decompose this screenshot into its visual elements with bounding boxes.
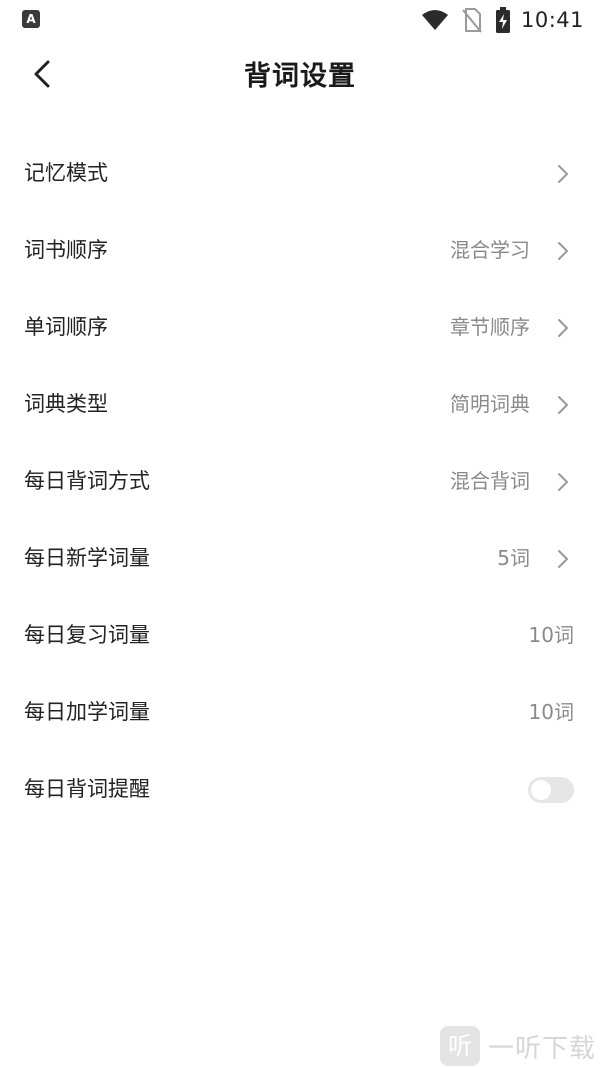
setting-daily-study-method[interactable]: 每日背词方式 混合背词 xyxy=(0,443,600,520)
setting-daily-extra-words[interactable]: 每日加学词量 10词 xyxy=(0,674,600,751)
setting-label: 每日新学词量 xyxy=(24,546,150,570)
status-time: 10:41 xyxy=(520,8,584,32)
app-notification-icon: A xyxy=(22,10,40,28)
watermark: 听 一听下载 xyxy=(440,1026,596,1066)
header: 背词设置 xyxy=(0,40,600,110)
status-icons: 10:41 xyxy=(421,6,584,34)
reminder-toggle[interactable] xyxy=(528,777,574,803)
setting-value: 章节顺序 xyxy=(450,315,530,339)
setting-daily-reminder: 每日背词提醒 xyxy=(0,751,600,828)
status-bar: A 10:41 xyxy=(0,0,600,40)
setting-label: 词书顺序 xyxy=(24,238,108,262)
setting-label: 每日加学词量 xyxy=(24,700,150,724)
chevron-right-icon xyxy=(558,165,568,183)
watermark-text: 一听下载 xyxy=(488,1033,597,1064)
chevron-right-icon xyxy=(558,319,568,337)
battery-charging-icon xyxy=(495,7,510,33)
setting-word-order[interactable]: 单词顺序 章节顺序 xyxy=(0,289,600,366)
page-title: 背词设置 xyxy=(244,61,356,92)
settings-list: 记忆模式 词书顺序 混合学习 单词顺序 章节顺序 词典类型 简明词典 每日背词方… xyxy=(0,135,600,828)
setting-label: 记忆模式 xyxy=(24,161,108,185)
setting-daily-new-words[interactable]: 每日新学词量 5词 xyxy=(0,520,600,597)
setting-value: 10词 xyxy=(528,700,574,724)
setting-label: 词典类型 xyxy=(24,392,108,416)
setting-dictionary-type[interactable]: 词典类型 简明词典 xyxy=(0,366,600,443)
setting-daily-review-words[interactable]: 每日复习词量 10词 xyxy=(0,597,600,674)
setting-label: 单词顺序 xyxy=(24,315,108,339)
setting-value: 混合背词 xyxy=(450,469,530,493)
setting-label: 每日背词提醒 xyxy=(24,777,150,801)
chevron-right-icon xyxy=(558,396,568,414)
wifi-icon xyxy=(421,10,448,30)
setting-memory-mode[interactable]: 记忆模式 xyxy=(0,135,600,212)
setting-label: 每日背词方式 xyxy=(24,469,150,493)
chevron-right-icon xyxy=(558,473,568,491)
setting-label: 每日复习词量 xyxy=(24,623,150,647)
watermark-logo-icon: 听 xyxy=(440,1026,480,1066)
toggle-knob xyxy=(531,780,551,800)
chevron-right-icon xyxy=(558,242,568,260)
setting-value: 混合学习 xyxy=(450,238,530,262)
setting-value: 简明词典 xyxy=(450,392,530,416)
chevron-right-icon xyxy=(558,550,568,568)
setting-book-order[interactable]: 词书顺序 混合学习 xyxy=(0,212,600,289)
no-sim-icon xyxy=(462,8,482,33)
setting-value: 10词 xyxy=(528,623,574,647)
setting-value: 5词 xyxy=(497,546,530,570)
